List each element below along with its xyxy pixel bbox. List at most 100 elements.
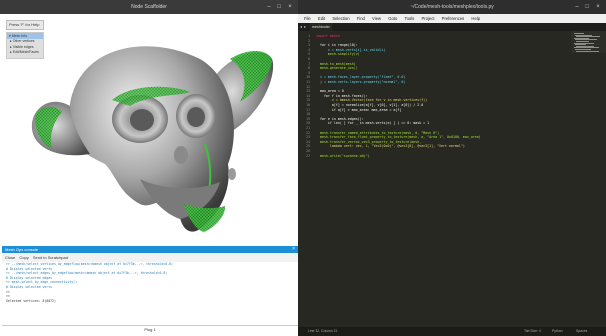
language-indicator[interactable]: Python bbox=[552, 327, 563, 336]
code-line[interactable]: mesh.generate_uvs() bbox=[316, 66, 358, 70]
line-number: 23 bbox=[306, 135, 310, 140]
menu-project[interactable]: Project bbox=[421, 14, 434, 23]
code-line[interactable]: mesh.transfer_vertex_vec3_property_to_te… bbox=[316, 140, 421, 144]
editor-statusbar: Line 32, Column 21 Tab Size: 4 Python Sp… bbox=[298, 327, 606, 336]
tab-meshtools[interactable]: meshtools × bbox=[310, 23, 332, 31]
tab-close-icon[interactable]: × bbox=[328, 23, 330, 31]
line-number: 25 bbox=[306, 144, 310, 149]
line-number: 19 bbox=[306, 116, 310, 121]
editor-title: ~/Code/mesh-tools/meshplex/tools.py bbox=[410, 4, 494, 10]
line-number: 11 bbox=[306, 80, 310, 84]
tab-next-icon[interactable]: ▸ bbox=[304, 24, 306, 29]
line-number: 8 bbox=[308, 66, 310, 71]
cursor-position: Line 32, Column 21 bbox=[308, 329, 338, 333]
code-line[interactable]: mesh.transfer_face_float_property_to_tex… bbox=[316, 135, 481, 139]
line-number: 9 bbox=[308, 70, 310, 75]
line-number: 12 bbox=[306, 84, 310, 89]
code-line[interactable]: if a[f] > max_area: max_area = a[f] bbox=[316, 108, 401, 112]
menu-find[interactable]: Find bbox=[357, 14, 365, 23]
maximize-icon[interactable]: □ bbox=[276, 4, 282, 10]
menu-view[interactable]: View bbox=[372, 14, 381, 23]
tab-size-indicator[interactable]: Tab Size: 4 bbox=[524, 327, 541, 336]
jaw-nub bbox=[228, 168, 236, 180]
menu-preferences[interactable]: Preferences bbox=[442, 14, 465, 23]
code-line[interactable]: lambda vert: vec, 1, "Vec3(0x0)", @vec3[… bbox=[316, 144, 465, 148]
monkey-mesh-render[interactable] bbox=[0, 14, 298, 246]
line-number: 1 bbox=[308, 34, 310, 38]
line-number: 27 bbox=[306, 153, 310, 158]
code-line[interactable]: mesh.simplify(v) bbox=[316, 52, 360, 56]
code-line[interactable]: v = bmesh.Vector(face for v in mesh.vert… bbox=[316, 98, 427, 102]
line-number: 14 bbox=[306, 93, 310, 98]
minimap-line bbox=[576, 50, 599, 52]
mesh-info-panel: ▾ Mesh Info ▸ Other vertices ▸ Visible e… bbox=[6, 32, 44, 59]
editor-menubar: File Edit Selection Find View Goto Tools… bbox=[298, 14, 606, 23]
console-close-icon[interactable]: × bbox=[292, 246, 295, 253]
editor-titlebar: ~/Code/mesh-tools/meshplex/tools.py – □ … bbox=[298, 0, 606, 14]
line-number: 22 bbox=[306, 130, 310, 135]
code-line[interactable]: mesh.transfer_named_attributes_to_textur… bbox=[316, 131, 439, 135]
menu-edit[interactable]: Edit bbox=[318, 14, 325, 23]
menu-help[interactable]: Help bbox=[471, 14, 480, 23]
line-number: 15 bbox=[306, 98, 310, 103]
menu-file[interactable]: File bbox=[304, 14, 311, 23]
eye-right bbox=[187, 107, 205, 127]
line-number: 24 bbox=[306, 139, 310, 144]
eye-left bbox=[130, 109, 154, 131]
line-number: 13 bbox=[306, 89, 310, 94]
code-line[interactable]: for e in mesh.edges(): bbox=[316, 117, 364, 121]
code-line[interactable]: for f in mesh.faces(): bbox=[316, 94, 368, 98]
code-line[interactable]: j = mesh.verts.layers.property("normal",… bbox=[316, 80, 405, 84]
3d-viewport[interactable] bbox=[0, 14, 298, 246]
menu-tools[interactable]: Tools bbox=[405, 14, 415, 23]
line-number: 21 bbox=[306, 126, 310, 130]
code-line[interactable]: mesh.to_mesh(mesh) bbox=[316, 62, 356, 66]
line-number: 2 bbox=[308, 38, 310, 43]
menu-goto[interactable]: Goto bbox=[388, 14, 397, 23]
line-number: 20 bbox=[306, 121, 310, 126]
left-window-title: Node Scaffolder bbox=[131, 4, 167, 10]
console-clear-button[interactable]: Close bbox=[5, 253, 15, 262]
minimap[interactable] bbox=[571, 31, 606, 53]
line-number: 5 bbox=[308, 52, 310, 57]
console-copy-button[interactable]: Copy bbox=[19, 253, 28, 262]
tab-prev-icon[interactable]: ◂ bbox=[300, 24, 302, 29]
line-number: 17 bbox=[306, 107, 310, 112]
close-icon[interactable]: × bbox=[595, 4, 601, 10]
minimize-icon[interactable]: – bbox=[266, 4, 272, 10]
line-number: 3 bbox=[308, 43, 310, 48]
console-output: >> ../mesh/select_vertices_by_edgeflow(m… bbox=[2, 262, 298, 325]
code-line[interactable]: i = mesh.faces_layer.property("float", 0… bbox=[316, 75, 405, 79]
editor-tabbar: ◂ ▸ meshtools × bbox=[298, 23, 606, 31]
tab-label: meshtools bbox=[312, 25, 329, 29]
code-line[interactable]: a[f] = normalize(a[f], v[0], v[1], a[0])… bbox=[316, 103, 423, 107]
close-icon[interactable]: × bbox=[287, 4, 293, 10]
mesh-info-item[interactable]: ▸ Edit/Mesh/Faces bbox=[7, 50, 43, 56]
line-number: 4 bbox=[308, 47, 310, 52]
code-line[interactable]: mesh.write("suzanne.obj") bbox=[316, 154, 370, 158]
line-number: 26 bbox=[306, 149, 310, 153]
console-line: Selected vertices: 8(8072) bbox=[6, 298, 56, 303]
console-send-button[interactable]: Send to Scratchpad bbox=[33, 253, 68, 262]
code-line[interactable]: if len( [ for _ in mesh.verts(e) ] ) == … bbox=[316, 121, 429, 125]
line-number: 18 bbox=[306, 112, 310, 117]
code-line[interactable]: v = mesh.verts[i].is_valid(i) bbox=[316, 48, 386, 52]
minimize-icon[interactable]: – bbox=[574, 4, 580, 10]
code-line[interactable]: import bmesh bbox=[316, 34, 340, 38]
code-line[interactable]: for i in range(10): bbox=[316, 43, 358, 47]
indentation-indicator[interactable]: Spaces bbox=[576, 327, 587, 336]
menu-selection[interactable]: Selection bbox=[332, 14, 349, 23]
code-line[interactable]: max_area = 0 bbox=[316, 89, 344, 93]
line-number: 6 bbox=[308, 57, 310, 61]
help-hint-button[interactable]: Press 'F' for Help bbox=[6, 20, 44, 30]
console-input[interactable]: Plog 1 bbox=[2, 325, 298, 334]
nose bbox=[174, 146, 188, 164]
left-window-titlebar: Node Scaffolder – □ × bbox=[0, 0, 298, 14]
console-title: Mesh Ops console bbox=[5, 247, 39, 252]
line-number: 7 bbox=[308, 61, 310, 66]
maximize-icon[interactable]: □ bbox=[584, 4, 590, 10]
console-toolbar: Close Copy Send to Scratchpad bbox=[2, 253, 298, 262]
line-number: 16 bbox=[306, 103, 310, 107]
console-titlebar: Mesh Ops console × bbox=[2, 246, 298, 253]
line-number: 10 bbox=[306, 75, 310, 80]
